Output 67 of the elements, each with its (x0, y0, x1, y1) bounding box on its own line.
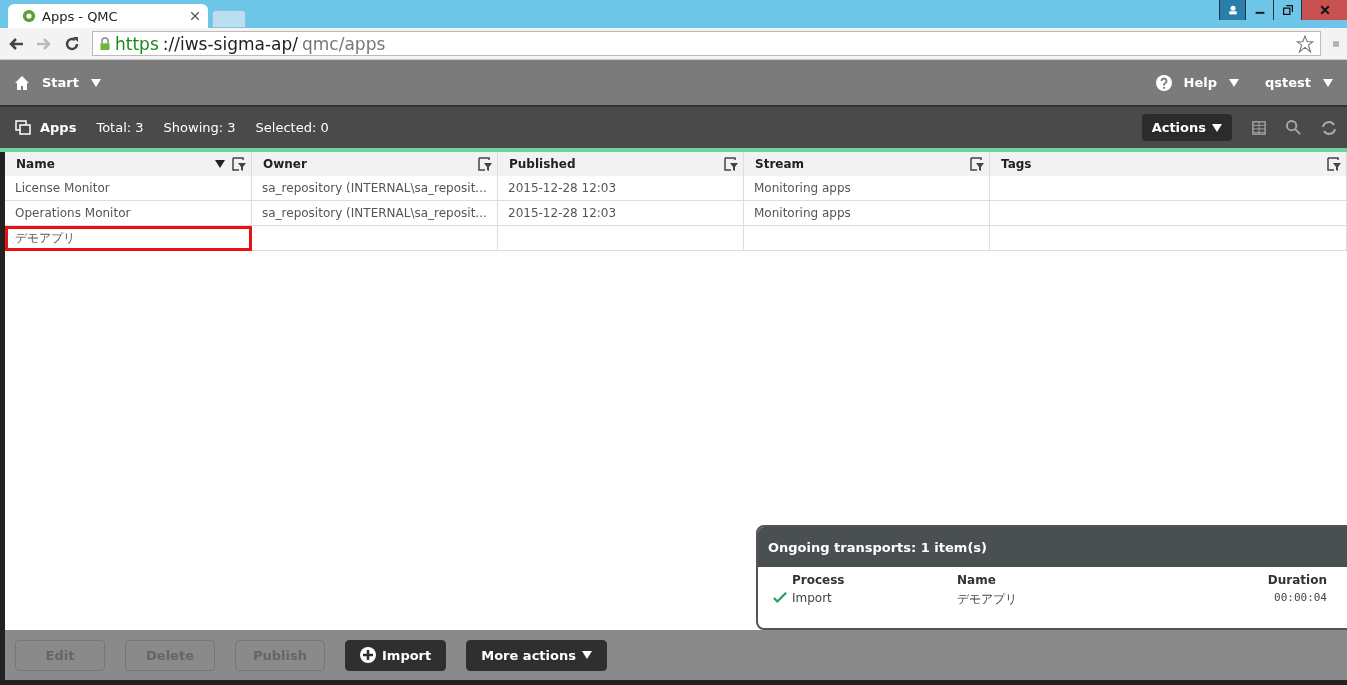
back-arrow-icon (8, 35, 24, 52)
filter-icon (231, 156, 247, 172)
action-button[interactable]: Import (345, 639, 447, 671)
total-count: Total: 3 (96, 120, 144, 135)
table-icon (1252, 120, 1266, 135)
panel-title: Ongoing transports: 1 item(s) (768, 539, 988, 555)
caret-icon (215, 160, 225, 168)
column-header: Duration (1266, 573, 1327, 587)
url-path: qmc/apps (302, 33, 387, 54)
caret-icon (1323, 78, 1333, 87)
user-icon[interactable] (1219, 0, 1245, 20)
actions-button[interactable]: Actions (1141, 114, 1232, 141)
home-icon (14, 74, 30, 91)
url-scheme: https (115, 33, 159, 54)
help-menu[interactable]: Help (1183, 75, 1217, 90)
table-cell: License Monitor (5, 176, 252, 201)
showing-count: Showing: 3 (163, 120, 236, 135)
filter-icon (969, 156, 985, 172)
filter-icon (477, 156, 493, 172)
app-name: デモアプリ (957, 591, 1018, 608)
process-label: Import (792, 591, 833, 607)
url-host: ://iws-sigma-ap/ (162, 33, 298, 54)
close-icon (190, 11, 200, 21)
column-header[interactable]: Owner (252, 152, 498, 176)
restore-icon (1282, 5, 1293, 15)
app-logo-icon (22, 9, 36, 23)
person-icon (1227, 5, 1238, 15)
table-cell: デモアプリ (5, 226, 252, 251)
close-icon (1319, 5, 1330, 15)
start-menu[interactable]: Start (42, 75, 79, 90)
table-cell: sa_repository (INTERNAL\sa_reposit... (252, 201, 498, 226)
column-header[interactable]: Name (5, 152, 252, 176)
column-header: Name (957, 573, 997, 587)
caret-icon (1212, 123, 1222, 132)
checkmark-icon (772, 591, 788, 605)
duration-value: 00:00:04 (1273, 591, 1327, 606)
star-icon (1296, 34, 1314, 53)
selected-count: Selected: 0 (255, 120, 329, 135)
table-cell: Operations Monitor (5, 201, 252, 226)
plus-icon (360, 647, 376, 663)
table-cell: Monitoring apps (744, 176, 990, 201)
help-icon (1155, 74, 1172, 91)
table-cell: 2015-12-28 12:03 (498, 176, 744, 201)
filter-icon (1326, 156, 1342, 172)
column-header: Process (792, 573, 846, 587)
refresh-icon (1321, 119, 1337, 136)
user-menu[interactable]: qstest (1264, 75, 1311, 90)
caret-icon (581, 651, 592, 659)
column-header[interactable]: Tags (990, 152, 1347, 176)
caret-icon (1228, 78, 1239, 87)
address-bar[interactable]: https ://iws-sigma-ap/ qmc/apps (92, 31, 1321, 56)
table-cell: Monitoring apps (744, 201, 990, 226)
table-cell: 2015-12-28 12:03 (498, 201, 744, 226)
action-button[interactable]: More actions (466, 639, 607, 671)
close-window-button[interactable] (1301, 0, 1347, 20)
filter-icon (723, 156, 739, 172)
section-title: Apps (40, 120, 77, 135)
table-cell: sa_repository (INTERNAL\sa_reposit... (252, 176, 498, 201)
padlock-icon (99, 36, 111, 51)
browser-tab[interactable]: Apps - QMC (8, 4, 208, 28)
column-header[interactable]: Published (498, 152, 744, 176)
caret-icon (91, 78, 101, 87)
search-icon (1286, 120, 1301, 135)
apps-icon (14, 119, 32, 136)
forward-arrow-icon (36, 35, 52, 52)
column-header[interactable]: Stream (744, 152, 990, 176)
reload-icon (64, 35, 80, 52)
